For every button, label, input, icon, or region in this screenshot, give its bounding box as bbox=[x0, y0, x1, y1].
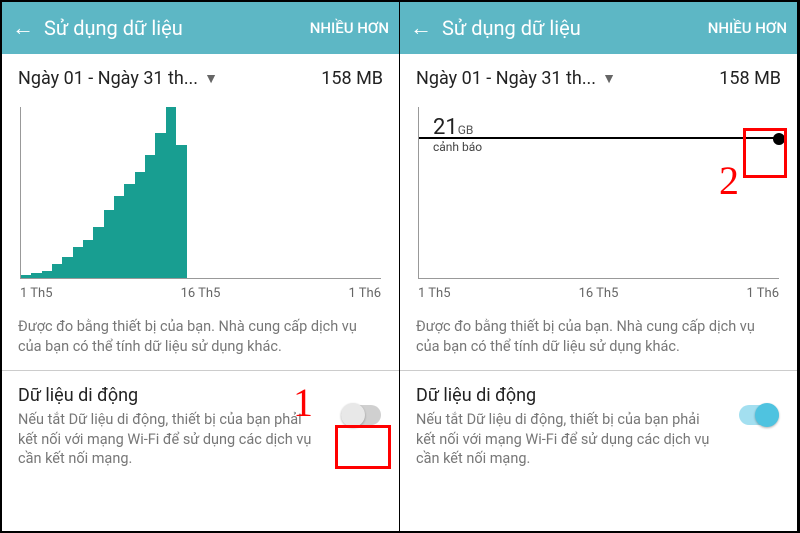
x-label: 1 Th5 bbox=[418, 286, 451, 301]
chart-axes: 21GB cảnh báo bbox=[418, 107, 779, 279]
mobile-data-desc: Nếu tắt Dữ liệu di động, thiết bị của bạ… bbox=[416, 410, 721, 469]
phone-right: ← Sử dụng dữ liệu NHIỀU HƠN Ngày 01 - Ng… bbox=[400, 2, 798, 531]
mobile-data-toggle[interactable] bbox=[739, 405, 779, 425]
app-header: ← Sử dụng dữ liệu NHIỀU HƠN bbox=[2, 2, 399, 54]
mobile-data-title: Dữ liệu di động bbox=[416, 385, 721, 406]
more-button[interactable]: NHIỀU HƠN bbox=[708, 19, 787, 37]
back-icon[interactable]: ← bbox=[12, 15, 34, 41]
back-icon[interactable]: ← bbox=[410, 15, 432, 41]
x-label: 1 Th5 bbox=[20, 286, 53, 301]
usage-summary[interactable]: Ngày 01 - Ngày 31 th... ▼ 158 MB bbox=[400, 54, 797, 97]
measurement-note: Được đo bằng thiết bị của bạn. Nhà cung … bbox=[400, 307, 797, 370]
usage-value: 158 MB bbox=[321, 68, 383, 89]
x-label: 16 Th5 bbox=[181, 286, 221, 301]
usage-summary[interactable]: Ngày 01 - Ngày 31 th... ▼ 158 MB bbox=[2, 54, 399, 97]
chart-x-labels: 1 Th5 16 Th5 1 Th6 bbox=[20, 286, 381, 301]
chevron-down-icon: ▼ bbox=[602, 70, 616, 87]
mobile-data-desc: Nếu tắt Dữ liệu di động, thiết bị của bạ… bbox=[18, 410, 323, 469]
mobile-data-setting[interactable]: Dữ liệu di động Nếu tắt Dữ liệu di động,… bbox=[400, 371, 797, 469]
usage-chart[interactable]: 1 Th5 16 Th5 1 Th6 bbox=[14, 97, 387, 307]
warning-slider-handle[interactable] bbox=[773, 133, 785, 145]
date-range-label: Ngày 01 - Ngày 31 th... bbox=[18, 68, 198, 89]
chart-bars bbox=[21, 107, 187, 278]
date-range-label: Ngày 01 - Ngày 31 th... bbox=[416, 68, 596, 89]
more-button[interactable]: NHIỀU HƠN bbox=[310, 19, 389, 37]
x-label: 1 Th6 bbox=[747, 286, 780, 301]
warning-caption: cảnh báo bbox=[433, 140, 482, 154]
warning-unit: GB bbox=[458, 123, 474, 137]
mobile-data-toggle[interactable] bbox=[341, 405, 381, 425]
phone-left: ← Sử dụng dữ liệu NHIỀU HƠN Ngày 01 - Ng… bbox=[2, 2, 400, 531]
warning-threshold-label: 21GB cảnh báo bbox=[433, 115, 482, 154]
chart-axes bbox=[20, 107, 381, 279]
mobile-data-setting[interactable]: Dữ liệu di động Nếu tắt Dữ liệu di động,… bbox=[2, 371, 399, 469]
mobile-data-title: Dữ liệu di động bbox=[18, 385, 323, 406]
x-label: 1 Th6 bbox=[349, 286, 382, 301]
chevron-down-icon: ▼ bbox=[204, 70, 218, 87]
measurement-note: Được đo bằng thiết bị của bạn. Nhà cung … bbox=[2, 307, 399, 370]
x-label: 16 Th5 bbox=[579, 286, 619, 301]
usage-chart[interactable]: 21GB cảnh báo 1 Th5 16 Th5 1 Th6 bbox=[412, 97, 785, 307]
chart-x-labels: 1 Th5 16 Th5 1 Th6 bbox=[418, 286, 779, 301]
page-title: Sử dụng dữ liệu bbox=[442, 16, 698, 40]
warning-line bbox=[419, 137, 779, 139]
page-title: Sử dụng dữ liệu bbox=[44, 16, 300, 40]
usage-value: 158 MB bbox=[719, 68, 781, 89]
app-header: ← Sử dụng dữ liệu NHIỀU HƠN bbox=[400, 2, 797, 54]
